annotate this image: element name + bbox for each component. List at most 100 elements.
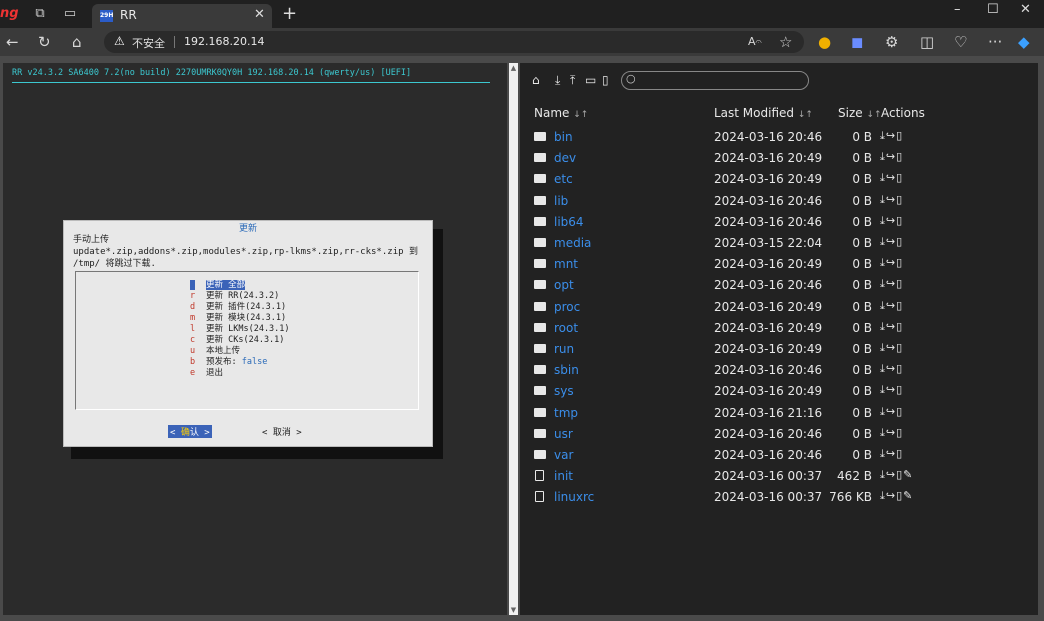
file-name-link[interactable]: lib bbox=[554, 194, 568, 208]
move-icon[interactable]: ↪ bbox=[886, 320, 896, 333]
file-row[interactable]: root 2024-03-16 20:49 0 B ⤓↪▯ bbox=[520, 319, 1038, 340]
file-row[interactable]: linuxrc 2024-03-16 00:37 766 KB ⤓↪▯✎ bbox=[520, 488, 1038, 509]
file-name-link[interactable]: dev bbox=[554, 151, 576, 165]
file-name-link[interactable]: etc bbox=[554, 172, 573, 186]
close-window-button[interactable]: ✕ bbox=[1020, 2, 1031, 17]
cancel-button[interactable]: < 取消 > bbox=[262, 425, 302, 438]
minimize-button[interactable]: – bbox=[954, 2, 961, 17]
file-name-link[interactable]: media bbox=[554, 236, 591, 250]
move-icon[interactable]: ↪ bbox=[886, 426, 896, 439]
file-row[interactable]: etc 2024-03-16 20:49 0 B ⤓↪▯ bbox=[520, 170, 1038, 191]
address-bar[interactable]: ⚠ 不安全 192.168.20.14 bbox=[104, 31, 804, 53]
file-row[interactable]: tmp 2024-03-16 21:16 0 B ⤓↪▯ bbox=[520, 404, 1038, 425]
file-row[interactable]: mnt 2024-03-16 20:49 0 B ⤓↪▯ bbox=[520, 255, 1038, 276]
file-row[interactable]: sbin 2024-03-16 20:46 0 B ⤓↪▯ bbox=[520, 361, 1038, 382]
warning-icon[interactable]: ⚠ bbox=[114, 34, 125, 48]
more-menu-icon[interactable]: ··· bbox=[988, 33, 1002, 51]
copy-file-icon[interactable]: ▯ bbox=[896, 129, 903, 142]
move-icon[interactable]: ↪ bbox=[886, 256, 896, 269]
file-name-link[interactable]: sbin bbox=[554, 363, 579, 377]
menu-item-exit[interactable]: e 退出 bbox=[190, 366, 223, 378]
home-icon[interactable]: ⌂ bbox=[72, 33, 82, 51]
url-text[interactable]: 192.168.20.14 bbox=[184, 35, 264, 48]
collections-icon[interactable]: ⧉ bbox=[32, 6, 48, 22]
terminal-scrollbar[interactable]: ▲ ▼ bbox=[509, 63, 518, 615]
edit-icon[interactable]: ✎ bbox=[903, 489, 913, 502]
file-name-link[interactable]: mnt bbox=[554, 257, 578, 271]
maximize-button[interactable]: ☐ bbox=[987, 2, 999, 17]
move-icon[interactable]: ↪ bbox=[886, 150, 896, 163]
insecure-label[interactable]: 不安全 bbox=[132, 35, 165, 51]
browser-tab[interactable]: 29H RR ✕ bbox=[92, 4, 272, 28]
move-icon[interactable]: ↪ bbox=[886, 235, 896, 248]
move-icon[interactable]: ↪ bbox=[886, 341, 896, 354]
copy-file-icon[interactable]: ▯ bbox=[896, 320, 903, 333]
move-icon[interactable]: ↪ bbox=[886, 277, 896, 290]
copy-file-icon[interactable]: ▯ bbox=[896, 235, 903, 248]
scroll-down-icon[interactable]: ▼ bbox=[509, 606, 518, 614]
file-row[interactable]: lib 2024-03-16 20:46 0 B ⤓↪▯ bbox=[520, 192, 1038, 213]
copy-file-icon[interactable]: ▯ bbox=[896, 362, 903, 375]
move-icon[interactable]: ↪ bbox=[886, 468, 896, 481]
favorite-star-icon[interactable]: ☆ bbox=[779, 33, 792, 51]
new-tab-button[interactable]: + bbox=[282, 3, 297, 24]
column-header-modified[interactable]: Last Modified ↓↑ bbox=[714, 106, 813, 120]
copy-file-icon[interactable]: ▯ bbox=[896, 383, 903, 396]
file-name-link[interactable]: init bbox=[554, 469, 573, 483]
file-name-link[interactable]: opt bbox=[554, 278, 574, 292]
column-header-name[interactable]: Name ↓↑ bbox=[534, 106, 588, 120]
file-row[interactable]: usr 2024-03-16 20:46 0 B ⤓↪▯ bbox=[520, 425, 1038, 446]
file-row[interactable]: proc 2024-03-16 20:49 0 B ⤓↪▯ bbox=[520, 298, 1038, 319]
move-icon[interactable]: ↪ bbox=[886, 362, 896, 375]
move-icon[interactable]: ↪ bbox=[886, 193, 896, 206]
move-icon[interactable]: ↪ bbox=[886, 129, 896, 142]
split-screen-icon[interactable]: ◫ bbox=[920, 33, 934, 51]
file-row[interactable]: sys 2024-03-16 20:49 0 B ⤓↪▯ bbox=[520, 382, 1038, 403]
read-aloud-icon[interactable]: A𝄐 bbox=[748, 33, 762, 51]
scroll-up-icon[interactable]: ▲ bbox=[509, 64, 518, 72]
tab-actions-icon[interactable]: ▭ bbox=[62, 6, 78, 22]
move-icon[interactable]: ↪ bbox=[886, 383, 896, 396]
new-file-icon[interactable]: ▯ bbox=[602, 73, 609, 87]
terminal-panel[interactable]: RR v24.3.2 SA6400 7.2(no build) 2270UMRK… bbox=[3, 63, 507, 615]
extension-icon[interactable]: ◼ bbox=[851, 33, 863, 51]
extension-profile-icon[interactable]: ● bbox=[818, 33, 831, 51]
file-name-link[interactable]: usr bbox=[554, 427, 573, 441]
file-name-link[interactable]: bin bbox=[554, 130, 573, 144]
home-icon[interactable]: ⌂ bbox=[532, 73, 540, 87]
file-row[interactable]: var 2024-03-16 20:46 0 B ⤓↪▯ bbox=[520, 446, 1038, 467]
browser-essentials-icon[interactable]: ♡ bbox=[954, 33, 967, 51]
file-name-link[interactable]: run bbox=[554, 342, 574, 356]
copilot-icon[interactable]: ◆ bbox=[1018, 33, 1030, 51]
copy-file-icon[interactable]: ▯ bbox=[896, 341, 903, 354]
copy-file-icon[interactable]: ▯ bbox=[896, 256, 903, 269]
file-row[interactable]: lib64 2024-03-16 20:46 0 B ⤓↪▯ bbox=[520, 213, 1038, 234]
copy-file-icon[interactable]: ▯ bbox=[896, 214, 903, 227]
extensions-icon[interactable]: ⚙ bbox=[885, 33, 898, 51]
refresh-icon[interactable]: ↻ bbox=[38, 33, 51, 51]
file-name-link[interactable]: tmp bbox=[554, 406, 578, 420]
edit-icon[interactable]: ✎ bbox=[903, 468, 913, 481]
file-row[interactable]: opt 2024-03-16 20:46 0 B ⤓↪▯ bbox=[520, 276, 1038, 297]
file-name-link[interactable]: lib64 bbox=[554, 215, 584, 229]
copy-file-icon[interactable]: ▯ bbox=[896, 171, 903, 184]
file-row[interactable]: bin 2024-03-16 20:46 0 B ⤓↪▯ bbox=[520, 128, 1038, 149]
file-name-link[interactable]: linuxrc bbox=[554, 490, 594, 504]
back-icon[interactable]: ← bbox=[6, 33, 19, 51]
file-row[interactable]: dev 2024-03-16 20:49 0 B ⤓↪▯ bbox=[520, 149, 1038, 170]
copy-file-icon[interactable]: ▯ bbox=[896, 447, 903, 460]
copy-file-icon[interactable]: ▯ bbox=[896, 150, 903, 163]
close-tab-icon[interactable]: ✕ bbox=[254, 7, 265, 22]
file-name-link[interactable]: sys bbox=[554, 384, 574, 398]
file-row[interactable]: media 2024-03-15 22:04 0 B ⤓↪▯ bbox=[520, 234, 1038, 255]
download-icon[interactable]: ⤓ bbox=[555, 73, 560, 88]
file-row[interactable]: init 2024-03-16 00:37 462 B ⤓↪▯✎ bbox=[520, 467, 1038, 488]
file-name-link[interactable]: proc bbox=[554, 300, 580, 314]
move-icon[interactable]: ↪ bbox=[886, 489, 896, 502]
copy-file-icon[interactable]: ▯ bbox=[896, 277, 903, 290]
new-folder-icon[interactable]: ▭ bbox=[585, 73, 596, 87]
file-name-link[interactable]: root bbox=[554, 321, 578, 335]
column-header-size[interactable]: Size ↓↑ bbox=[838, 106, 882, 120]
file-row[interactable]: run 2024-03-16 20:49 0 B ⤓↪▯ bbox=[520, 340, 1038, 361]
copy-file-icon[interactable]: ▯ bbox=[896, 405, 903, 418]
